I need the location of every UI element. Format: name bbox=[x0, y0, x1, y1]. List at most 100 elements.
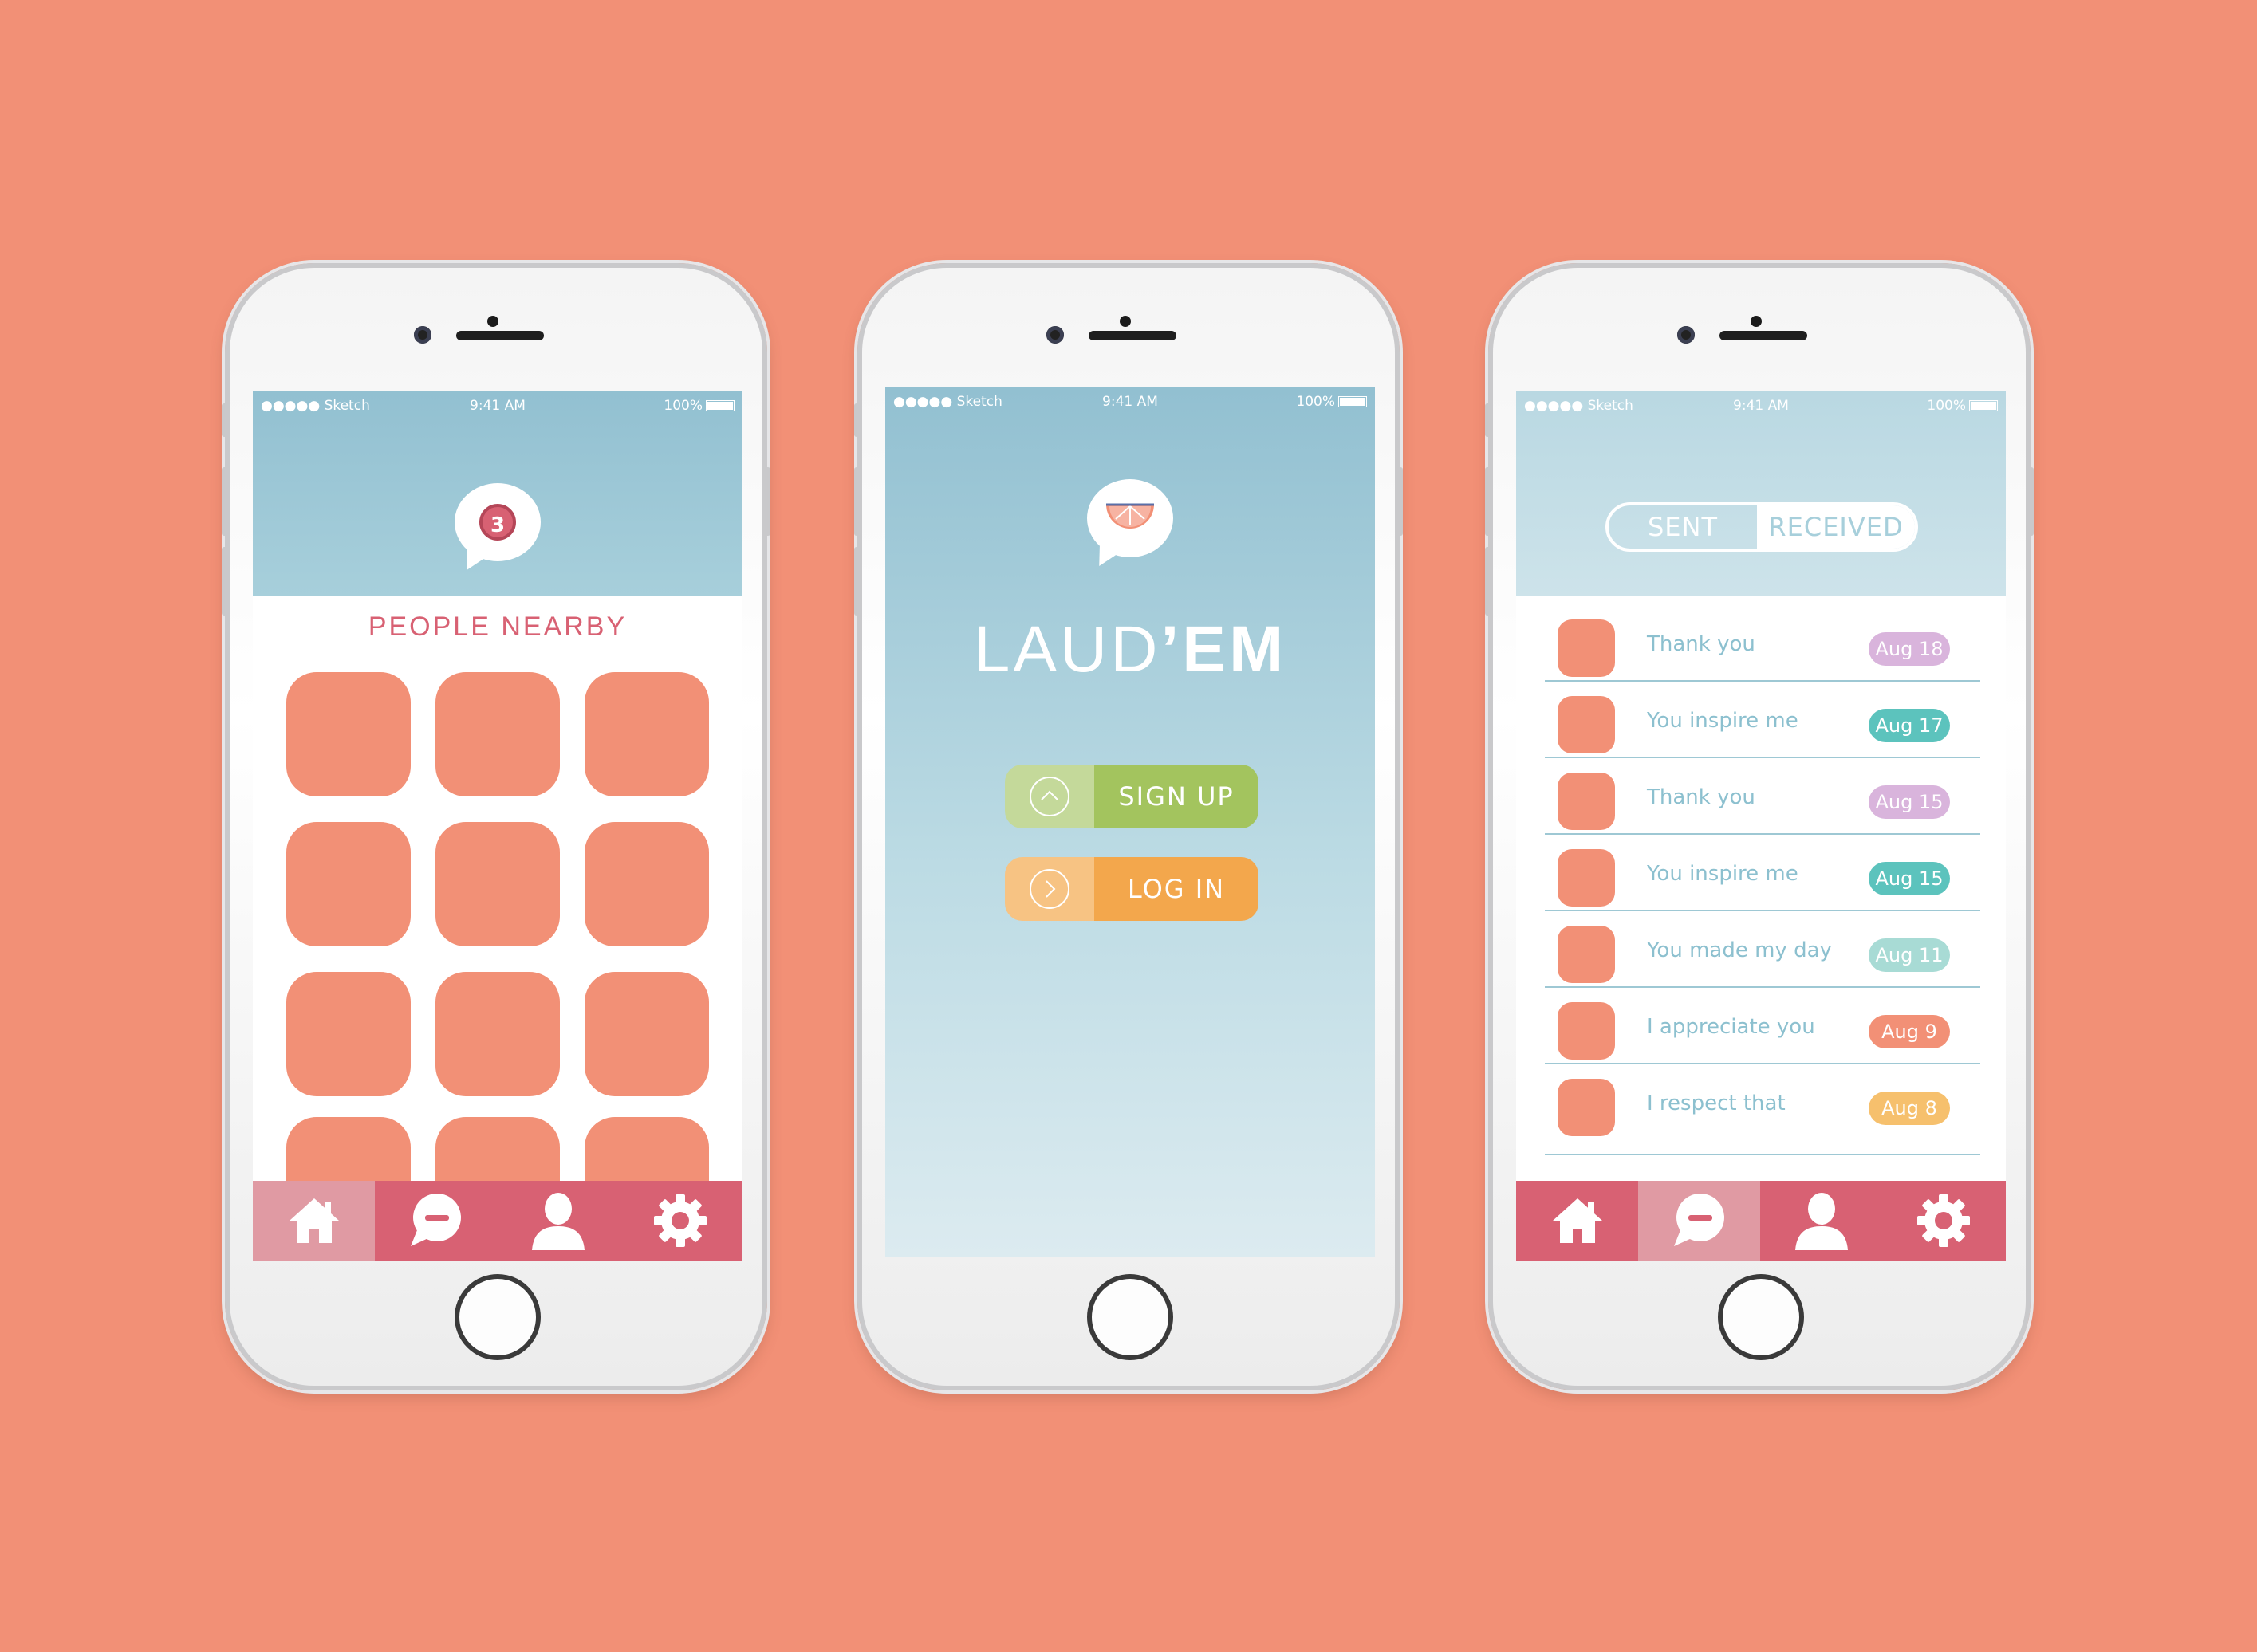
tab-messages[interactable] bbox=[375, 1181, 497, 1261]
home-icon bbox=[1552, 1198, 1602, 1243]
tab-home[interactable] bbox=[1516, 1181, 1638, 1261]
power-button bbox=[2027, 467, 2034, 536]
volume-up-button bbox=[222, 467, 228, 536]
tab-sent[interactable]: SENT bbox=[1609, 505, 1757, 549]
home-button[interactable] bbox=[1087, 1274, 1173, 1360]
volume-up-button bbox=[1485, 467, 1491, 536]
battery-indicator: 100% bbox=[664, 398, 735, 414]
phone-people-nearby: ●●●●● Sketch 9:41 AM 100% 3 PEOPLE NEARB… bbox=[222, 263, 770, 1390]
login-label: LOG IN bbox=[1094, 857, 1258, 921]
battery-indicator: 100% bbox=[1296, 394, 1367, 410]
message-row[interactable]: Thank you Aug 18 bbox=[1545, 605, 1980, 682]
battery-icon bbox=[706, 400, 735, 411]
mute-switch bbox=[1485, 403, 1491, 437]
row-divider bbox=[1545, 1154, 1980, 1155]
phone-messages: ●●●●● Sketch 9:41 AM 100% SENT RECEIVED … bbox=[1485, 263, 2034, 1390]
proximity-sensor bbox=[487, 316, 498, 327]
date-badge: Aug 8 bbox=[1869, 1092, 1950, 1125]
message-row[interactable]: You inspire me Aug 15 bbox=[1545, 835, 1980, 911]
person-tile[interactable] bbox=[435, 822, 560, 946]
status-bar: ●●●●● Sketch 9:41 AM 100% bbox=[885, 394, 1375, 410]
volume-down-button bbox=[854, 547, 861, 616]
date-badge: Aug 11 bbox=[1869, 938, 1950, 972]
battery-icon bbox=[1338, 396, 1367, 407]
status-bar: ●●●●● Sketch 9:41 AM 100% bbox=[253, 398, 742, 414]
person-tile[interactable] bbox=[435, 672, 560, 796]
person-tile[interactable] bbox=[286, 672, 411, 796]
home-button[interactable] bbox=[1718, 1274, 1804, 1360]
avatar bbox=[1558, 1002, 1615, 1060]
person-tile[interactable] bbox=[585, 972, 709, 1096]
signup-icon-area bbox=[1005, 765, 1094, 828]
header: ●●●●● Sketch 9:41 AM 100% SENT RECEIVED bbox=[1516, 391, 2006, 596]
sent-received-toggle: SENT RECEIVED bbox=[1605, 502, 1918, 552]
front-camera bbox=[414, 326, 431, 344]
battery-icon bbox=[1969, 400, 1998, 411]
chevron-up-circle-icon bbox=[1030, 777, 1069, 816]
tab-settings[interactable] bbox=[1882, 1181, 2004, 1261]
header: ●●●●● Sketch 9:41 AM 100% 3 bbox=[253, 391, 742, 596]
message-row[interactable]: Thank you Aug 15 bbox=[1545, 758, 1980, 835]
avatar bbox=[1558, 1079, 1615, 1136]
avatar bbox=[1558, 926, 1615, 983]
battery-indicator: 100% bbox=[1927, 398, 1998, 414]
status-bar: ●●●●● Sketch 9:41 AM 100% bbox=[1516, 398, 2006, 414]
tab-messages[interactable] bbox=[1638, 1181, 1760, 1261]
signup-label: SIGN UP bbox=[1094, 765, 1258, 828]
person-tile[interactable] bbox=[286, 972, 411, 1096]
login-icon-area bbox=[1005, 857, 1094, 921]
tab-settings[interactable] bbox=[619, 1181, 741, 1261]
logo-light: LAUD bbox=[973, 613, 1161, 686]
mute-switch bbox=[854, 403, 861, 437]
notification-count-badge: 3 bbox=[479, 504, 516, 541]
proximity-sensor bbox=[1120, 316, 1131, 327]
person-tile[interactable] bbox=[286, 822, 411, 946]
earpiece-speaker bbox=[1719, 331, 1807, 340]
earpiece-speaker bbox=[456, 331, 544, 340]
message-text: You inspire me bbox=[1647, 709, 1798, 733]
home-button[interactable] bbox=[455, 1274, 541, 1360]
tab-home[interactable] bbox=[253, 1181, 375, 1261]
gear-icon bbox=[1916, 1194, 1970, 1247]
tab-profile[interactable] bbox=[497, 1181, 619, 1261]
person-tile[interactable] bbox=[585, 672, 709, 796]
volume-up-button bbox=[854, 467, 861, 536]
user-icon bbox=[1794, 1193, 1848, 1250]
message-row[interactable]: I respect that Aug 8 bbox=[1545, 1064, 1980, 1155]
chat-icon bbox=[1673, 1194, 1724, 1246]
date-badge: Aug 9 bbox=[1869, 1015, 1950, 1048]
signup-button[interactable]: SIGN UP bbox=[1005, 765, 1258, 828]
gear-icon bbox=[653, 1194, 707, 1247]
login-button[interactable]: LOG IN bbox=[1005, 857, 1258, 921]
power-button bbox=[1396, 467, 1403, 536]
chevron-right-circle-icon bbox=[1030, 869, 1069, 909]
message-text: I appreciate you bbox=[1647, 1015, 1815, 1039]
person-tile[interactable] bbox=[435, 972, 560, 1096]
proximity-sensor bbox=[1751, 316, 1762, 327]
message-text: I respect that bbox=[1647, 1092, 1786, 1115]
battery-percent: 100% bbox=[1927, 398, 1966, 414]
battery-percent: 100% bbox=[1296, 394, 1335, 410]
screen: ●●●●● Sketch 9:41 AM 100% LAUD’EM SIGN U… bbox=[885, 387, 1375, 1257]
message-text: You made my day bbox=[1647, 938, 1832, 962]
avatar bbox=[1558, 773, 1615, 830]
app-logo-bubble-icon bbox=[1087, 479, 1173, 557]
page-title: PEOPLE NEARBY bbox=[368, 612, 628, 642]
screen: ●●●●● Sketch 9:41 AM 100% 3 PEOPLE NEARB… bbox=[253, 391, 742, 1261]
date-badge: Aug 15 bbox=[1869, 785, 1950, 819]
message-row[interactable]: You inspire me Aug 17 bbox=[1545, 682, 1980, 758]
person-tile[interactable] bbox=[585, 822, 709, 946]
message-row[interactable]: I appreciate you Aug 9 bbox=[1545, 988, 1980, 1064]
home-icon bbox=[289, 1198, 339, 1243]
tab-profile[interactable] bbox=[1760, 1181, 1882, 1261]
user-icon bbox=[531, 1193, 585, 1250]
notification-bubble-icon[interactable]: 3 bbox=[455, 483, 541, 561]
tab-received[interactable]: RECEIVED bbox=[1757, 505, 1915, 549]
date-badge: Aug 18 bbox=[1869, 632, 1950, 666]
logo-bold: ’EM bbox=[1160, 613, 1287, 686]
message-text: Thank you bbox=[1647, 632, 1755, 656]
power-button bbox=[764, 467, 770, 536]
message-row[interactable]: You made my day Aug 11 bbox=[1545, 911, 1980, 988]
app-logo-text: LAUD’EM bbox=[885, 612, 1375, 687]
front-camera bbox=[1677, 326, 1695, 344]
